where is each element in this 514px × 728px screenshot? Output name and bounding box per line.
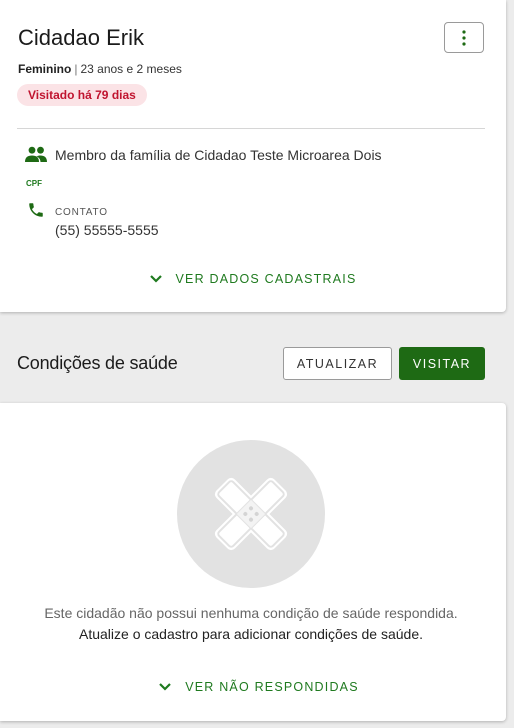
more-vertical-icon — [462, 29, 466, 46]
family-membership: Membro da família de Cidadao Teste Micro… — [55, 147, 382, 163]
people-icon — [25, 146, 47, 162]
view-registration-link[interactable]: VER DADOS CADASTRAIS — [0, 272, 506, 286]
view-unanswered-link[interactable]: VER NÃO RESPONDIDAS — [6, 680, 512, 694]
view-unanswered-label: VER NÃO RESPONDIDAS — [185, 680, 359, 694]
visit-status-badge: Visitado há 79 dias — [17, 84, 147, 106]
patient-name: Cidadao Erik — [18, 25, 144, 50]
contact-phone: (55) 55555-5555 — [55, 222, 159, 238]
cpf-label: CPF — [26, 179, 42, 188]
chevron-down-icon — [159, 683, 172, 691]
more-options-button[interactable] — [444, 22, 484, 53]
patient-meta: Feminino | 23 anos e 2 meses — [18, 62, 182, 76]
view-registration-label: VER DADOS CADASTRAIS — [175, 272, 357, 286]
patient-age: 23 anos e 2 meses — [80, 62, 182, 76]
phone-icon — [29, 203, 43, 217]
visit-button[interactable]: VISITAR — [399, 347, 485, 380]
empty-state-message: Este cidadão não possui nenhuma condição… — [44, 605, 458, 621]
empty-state-hint: Atualize o cadastro para adicionar condi… — [79, 626, 423, 642]
update-button[interactable]: ATUALIZAR — [283, 347, 392, 380]
health-conditions-title: Condições de saúde — [17, 353, 178, 373]
chevron-down-icon — [149, 275, 162, 283]
divider — [17, 128, 485, 129]
empty-state-illustration — [177, 440, 325, 588]
patient-card: Cidadao Erik Feminino | 23 anos e 2 meses … — [0, 0, 506, 312]
meta-separator: | — [74, 62, 78, 76]
patient-gender: Feminino — [18, 62, 72, 76]
bandage-icon — [214, 477, 288, 551]
contact-label: CONTATO — [55, 207, 108, 218]
